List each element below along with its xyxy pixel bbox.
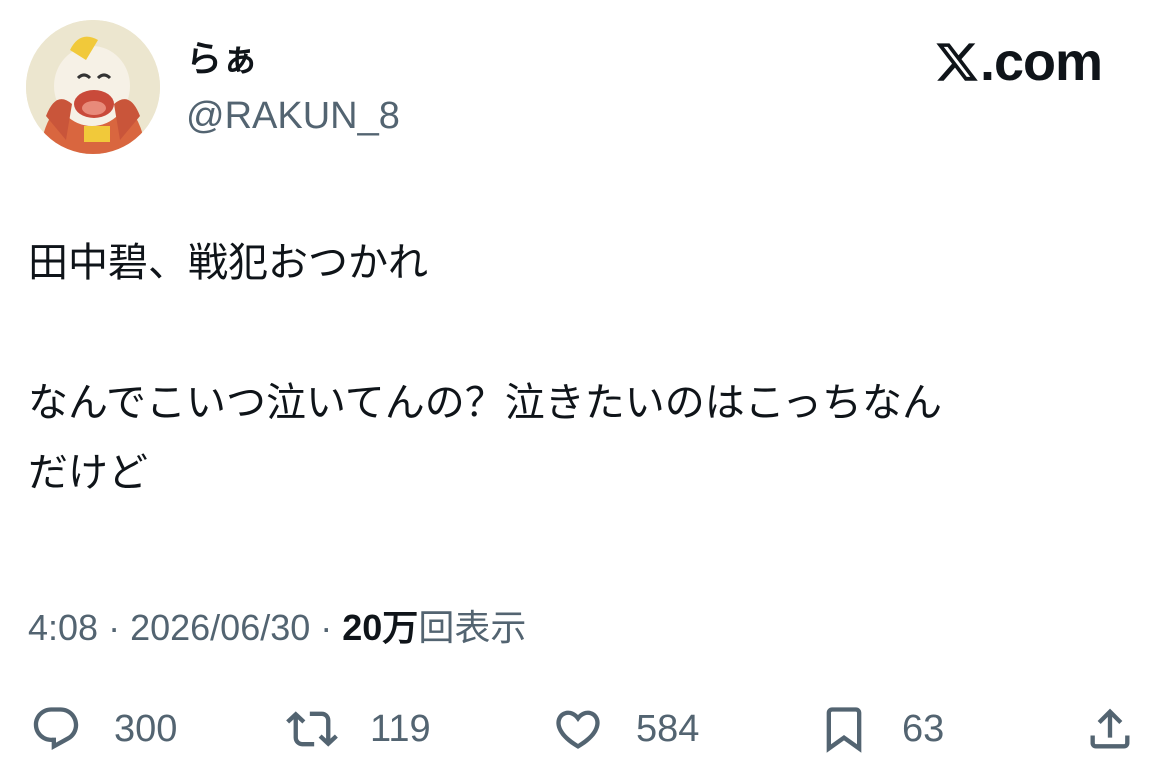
- tweet-paragraph: なんでこいつ泣いてんの？泣きたいのはこっちなん だけど: [28, 380, 942, 496]
- views-count: 20万: [342, 607, 419, 648]
- retweet-count: 119: [370, 707, 431, 750]
- meta-separator: ·: [310, 607, 343, 648]
- tweet-text: 田中碧、戦犯おつかれ なんでこいつ泣いてんの？泣きたいのはこっちなん だけど: [28, 228, 1138, 508]
- site-brand: .com: [934, 30, 1103, 94]
- avatar[interactable]: [26, 20, 160, 154]
- bookmark-count: 63: [902, 707, 945, 750]
- bookmark-button[interactable]: 63: [818, 692, 944, 766]
- author-display-name[interactable]: らぁ: [186, 36, 258, 84]
- author-handle[interactable]: @RAKUN_8: [186, 92, 400, 140]
- retweet-icon: [286, 711, 338, 747]
- bookmark-icon: [826, 707, 862, 753]
- like-button[interactable]: 584: [552, 692, 699, 766]
- meta-separator: ·: [98, 607, 131, 648]
- avatar-image: [26, 20, 160, 154]
- x-logo-icon: [936, 43, 978, 81]
- action-bar: 300 119 584 63: [0, 692, 1170, 766]
- tweet-time[interactable]: 4:08: [28, 607, 98, 648]
- tweet-paragraph: 田中碧、戦犯おつかれ: [28, 240, 428, 286]
- retweet-button[interactable]: 119: [286, 692, 431, 766]
- site-brand-text: .com: [979, 32, 1103, 92]
- share-button[interactable]: [1084, 692, 1136, 766]
- views-label: 回表示: [418, 607, 527, 648]
- tweet-meta: 4:08 · 2026/06/30 · 20万回表示: [28, 602, 526, 654]
- like-icon: [556, 710, 600, 749]
- tweet-date[interactable]: 2026/06/30: [130, 607, 310, 648]
- like-count: 584: [636, 707, 700, 750]
- reply-icon: [33, 707, 79, 751]
- reply-count: 300: [114, 707, 178, 750]
- reply-button[interactable]: 300: [30, 692, 177, 766]
- share-icon: [1090, 708, 1130, 749]
